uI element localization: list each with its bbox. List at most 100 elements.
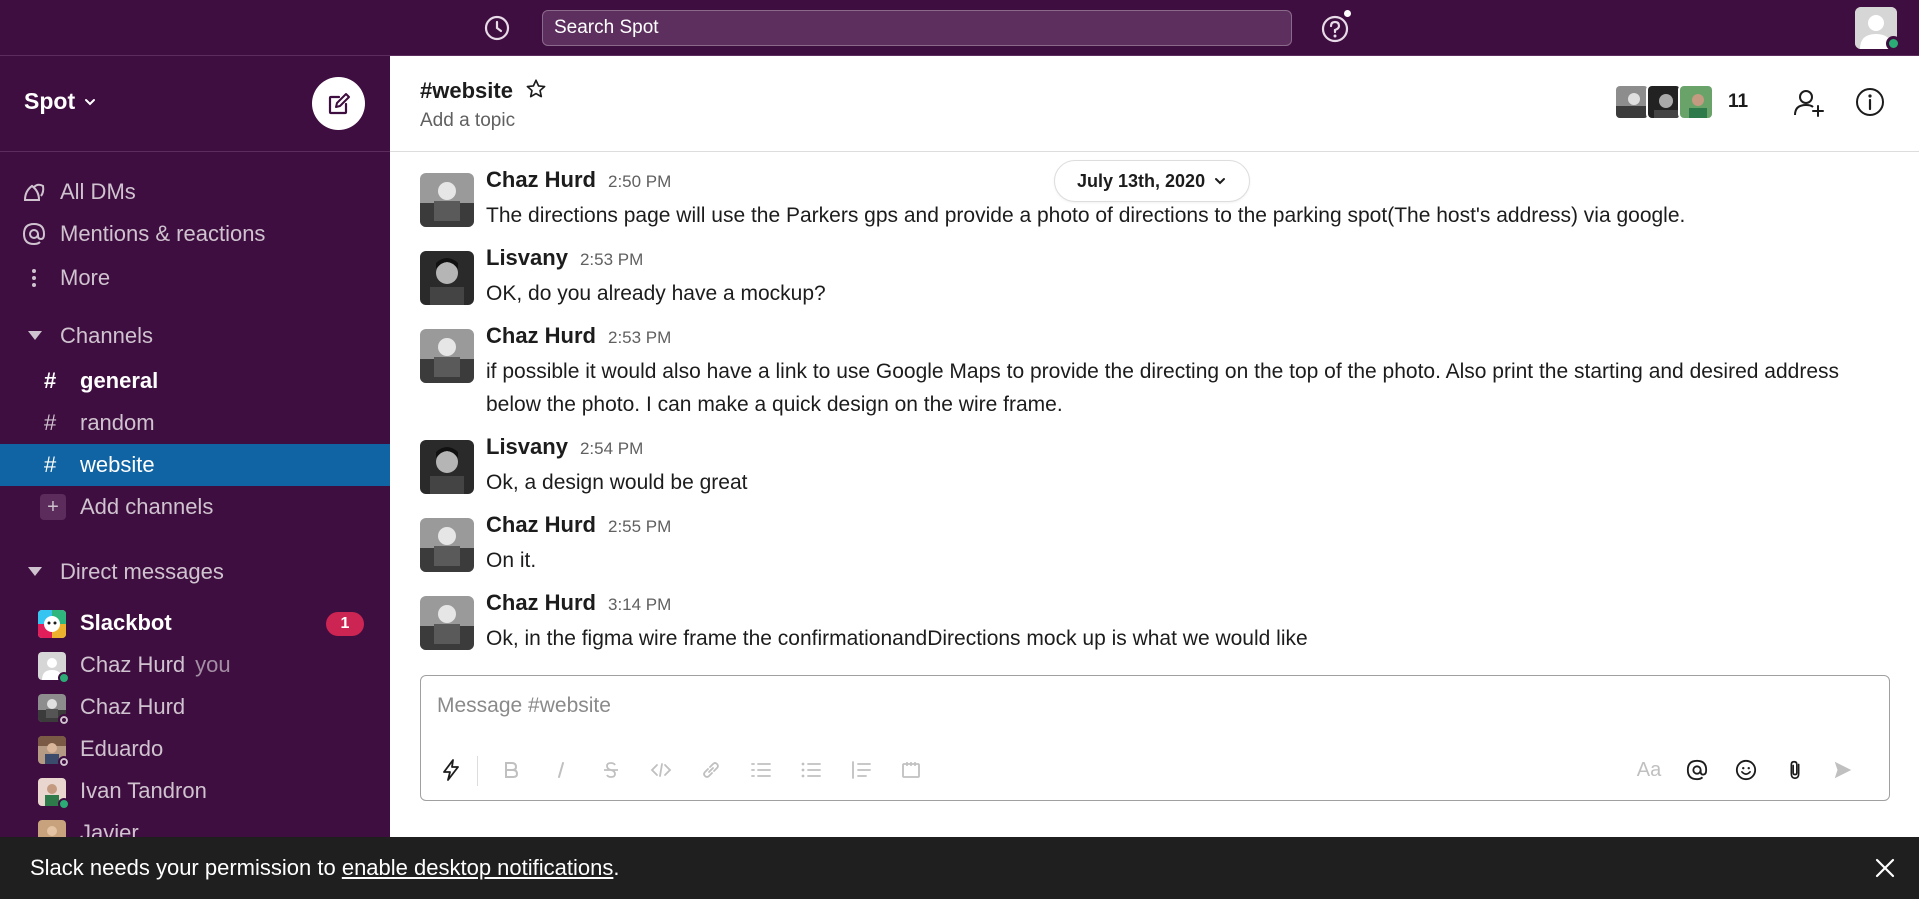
- attach-button[interactable]: [1781, 756, 1809, 784]
- dm-ivan-tandron[interactable]: Ivan Tandron: [0, 770, 390, 812]
- avatar[interactable]: [420, 440, 474, 494]
- mention-button[interactable]: [1683, 756, 1711, 784]
- dm-label: Chaz Hurd: [80, 694, 186, 719]
- channel-topic[interactable]: Add a topic: [420, 110, 515, 132]
- section-label: Channels: [60, 323, 153, 348]
- banner-message: Slack needs your permission to enable de…: [30, 855, 620, 880]
- close-icon: [1874, 857, 1896, 879]
- dm-chaz-hurd-self[interactable]: Chaz Hurd you: [0, 644, 390, 686]
- blockquote-icon: [850, 759, 872, 781]
- sidebar-item-general[interactable]: # general: [0, 360, 390, 402]
- emoji-button[interactable]: [1732, 756, 1760, 784]
- history-button[interactable]: [482, 13, 512, 43]
- strikethrough-button[interactable]: [597, 756, 625, 784]
- enable-notifications-link[interactable]: enable desktop notifications: [342, 855, 614, 880]
- message-text: On it.: [486, 549, 537, 572]
- bullet-list-icon: [800, 759, 822, 781]
- ordered-list-button[interactable]: [747, 756, 775, 784]
- message-author[interactable]: Chaz Hurd: [486, 590, 596, 616]
- caret-down-icon: [28, 331, 42, 340]
- message-timestamp[interactable]: 2:55 PM: [608, 517, 671, 537]
- kebab-icon: [22, 266, 46, 290]
- nav-more[interactable]: More: [0, 258, 390, 298]
- formatting-toggle-button[interactable]: Aa: [1635, 756, 1663, 784]
- message-timestamp[interactable]: 2:50 PM: [608, 172, 671, 192]
- link-button[interactable]: [697, 756, 725, 784]
- code-icon: [650, 759, 672, 781]
- avatar[interactable]: [420, 329, 474, 383]
- message-timestamp[interactable]: 2:53 PM: [580, 250, 643, 270]
- compose-icon: [326, 91, 352, 117]
- quote-button[interactable]: [847, 756, 875, 784]
- at-icon: [22, 222, 46, 246]
- notification-banner: Slack needs your permission to enable de…: [0, 837, 1919, 899]
- message-text: Ok, a design would be great: [486, 471, 748, 494]
- message-list: Chaz Hurd 2:50 PM The directions page wil…: [390, 153, 1919, 665]
- message-author[interactable]: Lisvany: [486, 245, 568, 271]
- user-status-icon: [1886, 36, 1901, 51]
- channel-label: website: [80, 452, 155, 477]
- nav-mentions[interactable]: Mentions & reactions: [0, 214, 390, 254]
- sidebar-item-random[interactable]: # random: [0, 402, 390, 444]
- code-button[interactable]: [647, 756, 675, 784]
- clock-icon: [483, 14, 511, 42]
- message-timestamp[interactable]: 2:54 PM: [580, 439, 643, 459]
- channel-details-button[interactable]: [1854, 86, 1888, 120]
- search-input[interactable]: Search Spot: [542, 10, 1292, 46]
- message-author[interactable]: Chaz Hurd: [486, 323, 596, 349]
- message-author[interactable]: Chaz Hurd: [486, 512, 596, 538]
- lightning-icon: [439, 758, 463, 782]
- notification-dot: [1342, 8, 1353, 19]
- avatar: [1646, 84, 1682, 120]
- status-online-icon: [58, 798, 70, 810]
- hash-icon: #: [44, 452, 57, 477]
- italic-button[interactable]: [547, 756, 575, 784]
- add-channels-button[interactable]: + Add channels: [0, 486, 390, 528]
- nav-all-dms[interactable]: All DMs: [0, 172, 390, 212]
- strikethrough-icon: [600, 759, 622, 781]
- nav-label: All DMs: [60, 179, 136, 204]
- bullet-list-button[interactable]: [797, 756, 825, 784]
- dm-eduardo[interactable]: Eduardo: [0, 728, 390, 770]
- dm-slackbot[interactable]: Slackbot 1: [0, 602, 390, 644]
- avatar[interactable]: [420, 596, 474, 650]
- caret-down-icon: [28, 567, 42, 576]
- unread-badge: 1: [326, 612, 364, 636]
- star-button[interactable]: [525, 78, 549, 102]
- add-user-icon: [1792, 86, 1828, 120]
- sidebar-item-website[interactable]: # website: [0, 444, 390, 486]
- message-author[interactable]: Lisvany: [486, 434, 568, 460]
- ordered-list-icon: [750, 759, 772, 781]
- send-icon: [1832, 759, 1854, 781]
- workspace-name: Spot: [24, 88, 76, 114]
- bold-button[interactable]: [497, 756, 525, 784]
- avatar[interactable]: [420, 518, 474, 572]
- avatar[interactable]: [420, 173, 474, 227]
- status-away-icon: [58, 756, 70, 768]
- channels-section-toggle[interactable]: Channels: [0, 316, 390, 356]
- channel-title[interactable]: #website: [420, 78, 513, 104]
- avatar[interactable]: [420, 251, 474, 305]
- avatar: [1678, 84, 1714, 120]
- dm-label: Slackbot: [80, 610, 172, 635]
- code-block-icon: [900, 759, 922, 781]
- date-jump-button[interactable]: July 13th, 2020: [1054, 160, 1251, 202]
- message-author[interactable]: Chaz Hurd: [486, 167, 596, 193]
- sidebar: Spot All DMs Mentions & reactions More C…: [0, 56, 390, 899]
- workspace-menu[interactable]: Spot: [24, 88, 97, 115]
- info-icon: [1854, 86, 1888, 118]
- member-list-button[interactable]: 11: [1614, 84, 1748, 120]
- dm-chaz-hurd[interactable]: Chaz Hurd: [0, 686, 390, 728]
- compose-button[interactable]: [312, 77, 365, 130]
- message-input[interactable]: Message #website: [437, 694, 611, 718]
- status-online-icon: [58, 672, 70, 684]
- add-member-button[interactable]: [1792, 86, 1828, 122]
- dm-label: Chaz Hurd you: [80, 652, 231, 677]
- message-timestamp[interactable]: 3:14 PM: [608, 595, 671, 615]
- close-banner-button[interactable]: [1870, 853, 1900, 883]
- code-block-button[interactable]: [897, 756, 925, 784]
- shortcuts-button[interactable]: [437, 756, 465, 784]
- dms-section-toggle[interactable]: Direct messages: [0, 552, 390, 592]
- message-timestamp[interactable]: 2:53 PM: [608, 328, 671, 348]
- send-button[interactable]: [1829, 756, 1857, 784]
